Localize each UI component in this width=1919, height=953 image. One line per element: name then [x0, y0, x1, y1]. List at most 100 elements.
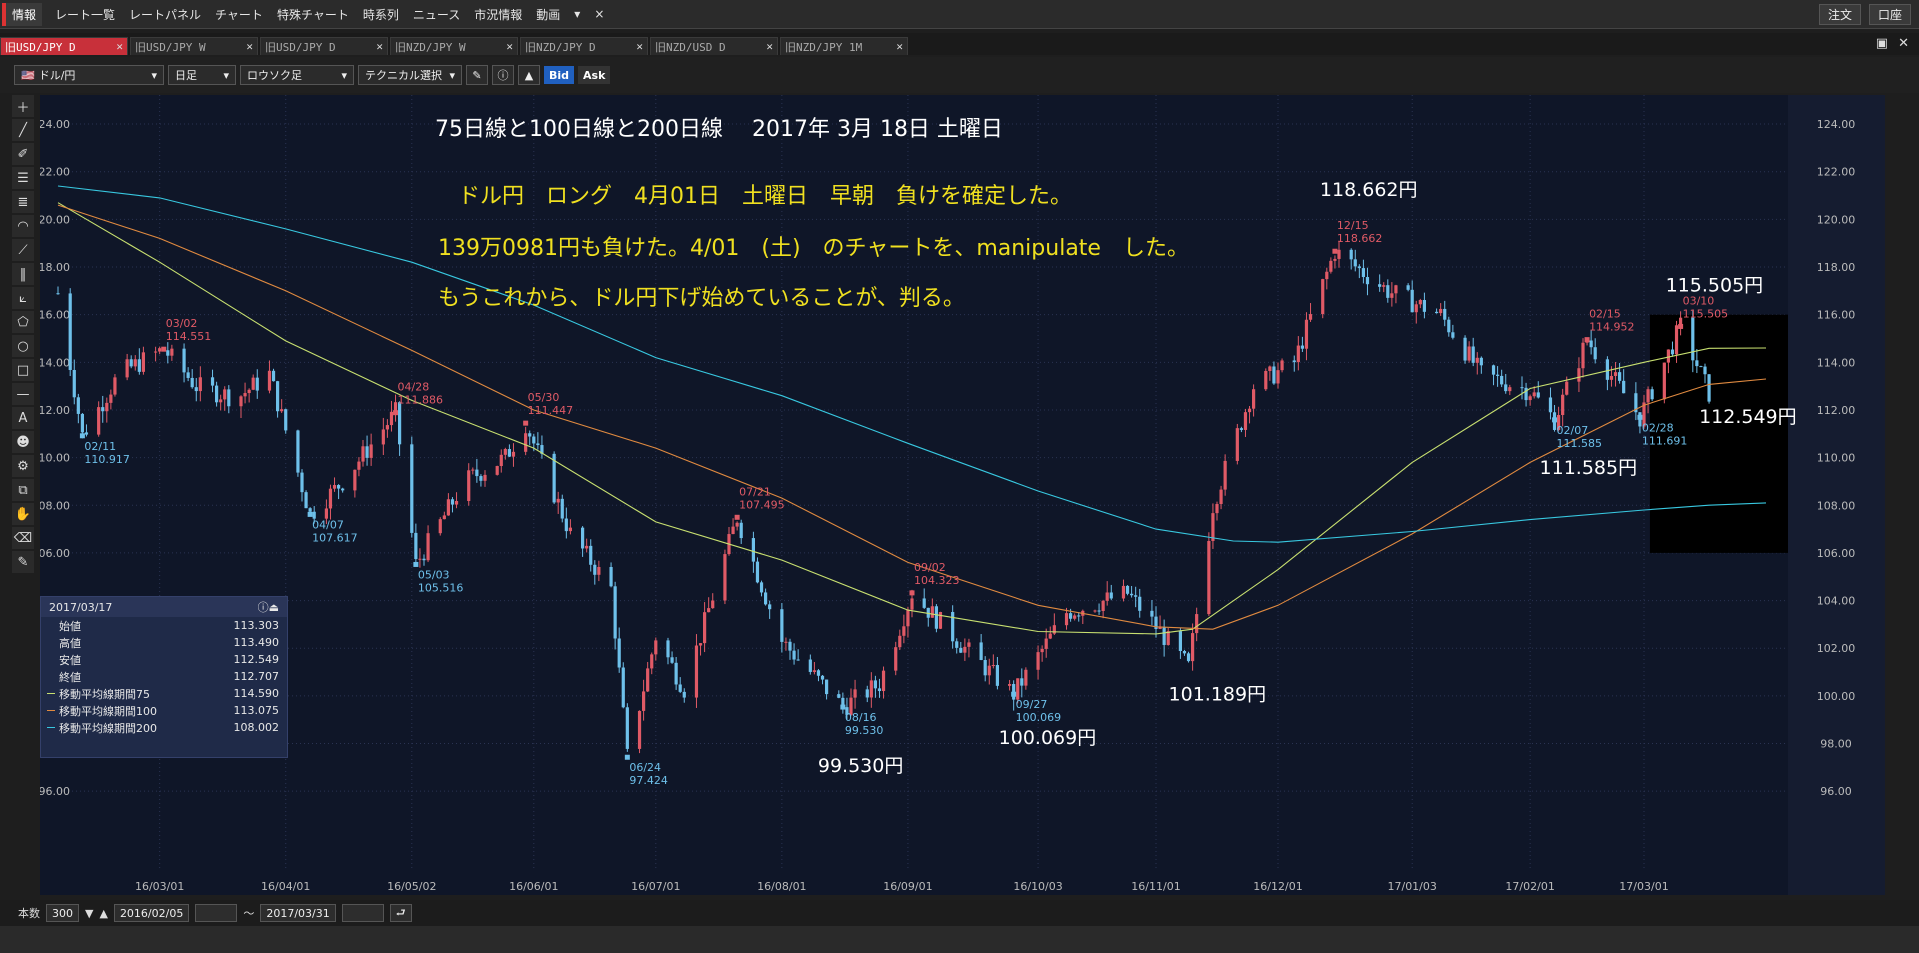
candle-body	[902, 626, 906, 636]
candle-body	[80, 413, 84, 433]
pen-icon[interactable]: ✎	[466, 65, 488, 85]
candle-body	[1008, 684, 1012, 686]
pentagon-icon[interactable]: ⬠	[12, 311, 34, 333]
trendline-icon[interactable]: ╱	[12, 119, 34, 141]
candle-body	[1264, 370, 1268, 390]
tab-nzdusd-d[interactable]: 旧NZD/USD D ✕	[650, 37, 778, 55]
bid-button[interactable]: Bid	[544, 66, 575, 84]
horizontal-lines-icon[interactable]: ☰	[12, 167, 34, 189]
y-tick-label: 112.00	[1817, 404, 1856, 417]
candle-body	[389, 411, 394, 426]
chart-canvas[interactable]: 124.00 124.00 122.00 122.00 120.00 120.00 118.…	[32, 95, 1885, 900]
period-select[interactable]: 日足 ▾	[168, 65, 236, 85]
menu-item-timeseries[interactable]: 時系列	[356, 6, 406, 23]
candle-body	[365, 446, 369, 458]
candle-body	[865, 689, 869, 698]
eraser-icon[interactable]: ⌫	[12, 527, 34, 549]
menu-more-icon[interactable]: ▾	[567, 7, 587, 21]
ruler-icon[interactable]: ✐	[12, 143, 34, 165]
menu-item-special-chart[interactable]: 特殊チャート	[270, 6, 356, 23]
emoji-icon[interactable]: ☻	[12, 431, 34, 453]
tab-nzdjpy-1m[interactable]: 旧NZD/JPY 1M ✕	[780, 37, 908, 55]
info-logo[interactable]: 情報	[2, 2, 43, 26]
menu-item-chart[interactable]: チャート	[208, 6, 270, 23]
menu-item-news[interactable]: ニュース	[406, 6, 467, 23]
candle-body	[906, 609, 910, 627]
close-icon[interactable]: ✕	[506, 40, 513, 53]
pitchfork-icon[interactable]: ⟀	[12, 287, 34, 309]
hand-icon[interactable]: ✋	[12, 503, 34, 525]
count-up-icon[interactable]: ▲	[99, 907, 107, 920]
x-tick-label: 16/04/01	[261, 880, 310, 893]
window-close-icon[interactable]: ✕	[1898, 36, 1909, 51]
ask-button[interactable]: Ask	[578, 66, 611, 84]
chart-style-select[interactable]: ロウソク足 ▾	[240, 65, 354, 85]
candle-body	[332, 485, 337, 489]
close-icon[interactable]: ✕	[896, 40, 903, 53]
from-time-input[interactable]	[195, 904, 238, 922]
info-row-close: 終値 112.707	[59, 670, 279, 684]
price-chart[interactable]: 124.00 124.00 122.00 122.00 120.00 120.00 118.…	[32, 95, 1885, 904]
candle-body	[1613, 372, 1618, 376]
x-tick-label: 16/03/01	[135, 880, 184, 893]
count-down-icon[interactable]: ▼	[85, 907, 93, 920]
tab-nzdjpy-w[interactable]: 旧NZD/JPY W ✕	[390, 37, 518, 55]
candle-body	[1479, 357, 1483, 366]
menu-item-rate-panel[interactable]: レートパネル	[122, 6, 208, 23]
info-date: 2017/03/17	[49, 600, 113, 614]
tab-usdjpy-w[interactable]: 旧USD/JPY W ✕	[130, 37, 258, 55]
circle-icon[interactable]: ○	[12, 335, 34, 357]
count-input[interactable]: 300	[46, 904, 79, 922]
vertical-lines-icon[interactable]: ‖	[12, 263, 34, 285]
close-icon[interactable]: ✕	[376, 40, 383, 53]
text-icon[interactable]: A	[12, 407, 34, 429]
candle-body	[271, 370, 276, 382]
info-settings-icon[interactable]: ⓘ⏏	[258, 599, 279, 615]
from-date-input[interactable]: 2016/02/05	[113, 904, 190, 922]
extreme-value-label: 114.551	[166, 330, 212, 343]
menu-item-rate-list[interactable]: レート一覧	[48, 6, 122, 23]
close-icon[interactable]: ✕	[636, 40, 643, 53]
erase-all-icon[interactable]: ✎	[12, 551, 34, 573]
candle-body	[1414, 304, 1418, 313]
crosshair-icon[interactable]: ＋	[12, 95, 34, 117]
info-icon[interactable]: ⓘ	[492, 65, 514, 85]
tab-nzdjpy-d[interactable]: 旧NZD/JPY D ✕	[520, 37, 648, 55]
tab-usdjpy-d-2[interactable]: 旧USD/JPY D ✕	[260, 37, 388, 55]
arc-icon[interactable]: ◠	[12, 215, 34, 237]
pair-select[interactable]: 🇺🇸 ドル/円 ▾	[14, 65, 164, 85]
close-icon[interactable]: ✕	[766, 40, 773, 53]
technical-select[interactable]: テクニカル選択 ▾	[358, 65, 462, 85]
fibonacci-icon[interactable]: ≣	[12, 191, 34, 213]
menu-item-market-info[interactable]: 市況情報	[467, 6, 529, 23]
account-button[interactable]: 口座	[1868, 4, 1911, 25]
rectangle-icon[interactable]: □	[12, 359, 34, 381]
to-time-input[interactable]	[341, 904, 384, 922]
candle-body	[666, 640, 670, 658]
tab-usdjpy-d[interactable]: 旧USD/JPY D ✕	[0, 37, 128, 55]
menu-item-video[interactable]: 動画	[529, 6, 567, 23]
copy-icon[interactable]: ⧉	[12, 479, 34, 501]
fan-icon[interactable]: ⟋	[12, 239, 34, 261]
maximize-icon[interactable]: ▣	[1876, 36, 1888, 51]
return-icon[interactable]: ⮐	[389, 904, 412, 922]
candle-body	[422, 558, 426, 561]
settings-icon[interactable]: ⚙	[12, 455, 34, 477]
close-icon[interactable]: ✕	[116, 40, 123, 53]
order-button[interactable]: 注文	[1818, 4, 1861, 25]
candle-body	[784, 641, 788, 643]
chart-title-annotation: 75日線と100日線と200日線 2017年 3月 18日 土曜日	[435, 117, 1003, 142]
y-tick-label-left: 96.00	[40, 785, 70, 798]
to-date-input[interactable]: 2017/03/31	[260, 904, 336, 922]
close-icon[interactable]: ✕	[246, 40, 253, 53]
mountain-chart-icon[interactable]: ▲	[518, 65, 540, 85]
candle-body	[137, 359, 141, 372]
hline-icon[interactable]: —	[12, 383, 34, 405]
candle-body	[223, 389, 227, 400]
candle-body	[1109, 592, 1113, 599]
candle-body	[1325, 271, 1329, 280]
candle-body	[284, 409, 288, 431]
candle-body	[194, 387, 198, 392]
candle-body	[1451, 332, 1455, 338]
menu-close-icon[interactable]: ×	[587, 7, 611, 21]
